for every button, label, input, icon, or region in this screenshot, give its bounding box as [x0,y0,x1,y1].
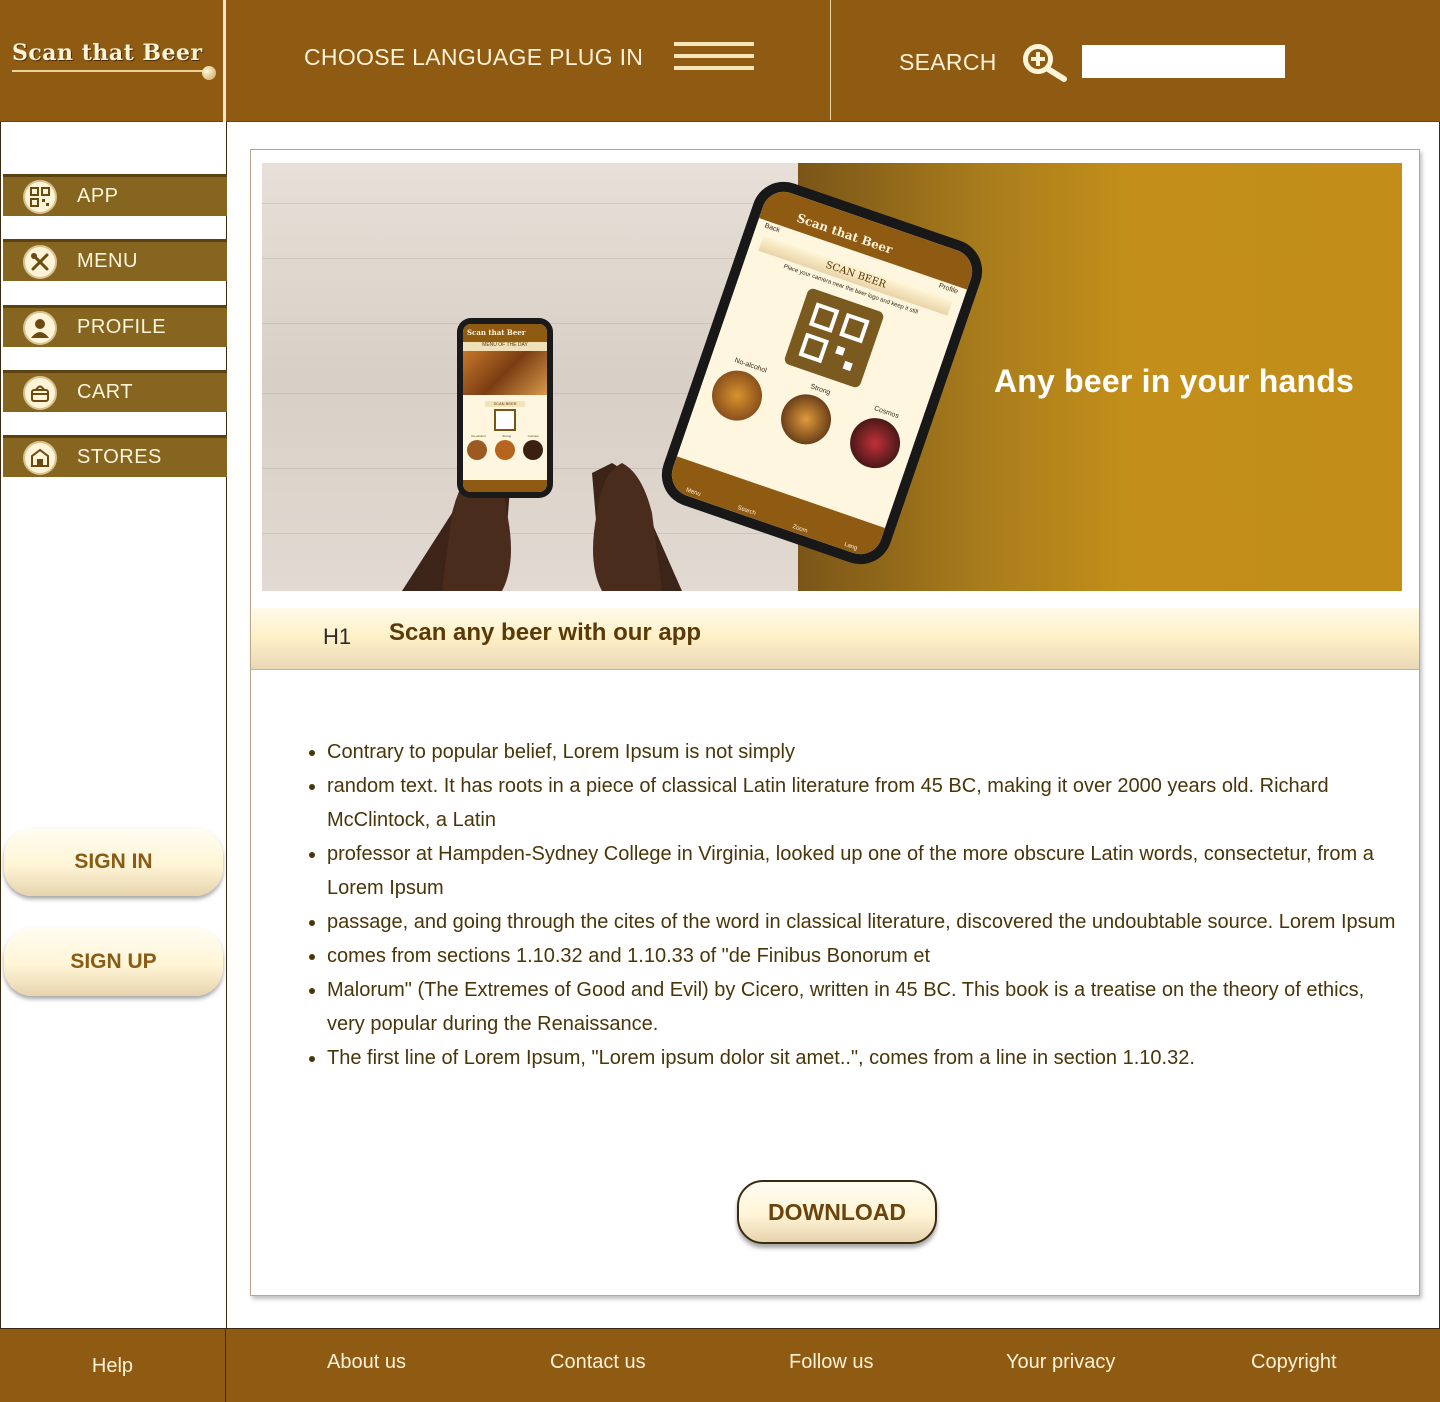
phone-category-photo [704,363,769,428]
logo-text: Scan that Beer [12,40,203,66]
phone-tab-label: Zoom [791,523,809,535]
heading-bar: H1 Scan any beer with our app [251,608,1419,670]
footer-link-privacy[interactable]: Your privacy [1006,1351,1115,1374]
sidebar-item-app[interactable]: APP [3,174,227,216]
small-phone-category: No-alcohol [471,434,486,438]
logo-dot [202,66,216,80]
sidebar-item-label: APP [77,185,119,207]
search-input[interactable] [1082,45,1285,78]
qr-code-icon [23,179,57,214]
hamburger-icon[interactable] [674,42,754,72]
sidebar-item-cart[interactable]: CART [3,370,227,412]
download-button[interactable]: DOWNLOAD [737,1180,937,1244]
sign-up-button[interactable]: SIGN UP [4,928,223,996]
sign-in-button[interactable]: SIGN IN [4,828,223,896]
footer: Help About us Contact us Follow us Your … [0,1328,1440,1402]
small-phone-category: Cosmos [527,434,539,438]
list-item: The first line of Lorem Ipsum, "Lorem ip… [307,1041,1407,1075]
logo-underline [12,70,208,72]
footer-link-about[interactable]: About us [327,1351,406,1374]
phone-back-link: Back [763,222,781,235]
sidebar-item-stores[interactable]: STORES [3,435,227,477]
logo[interactable]: Scan that Beer [0,0,226,122]
bullet-list: Contrary to popular belief, Lorem Ipsum … [307,735,1407,1075]
content-card: Scan that Beer MENU OF THE DAY SCAN BEER… [250,149,1420,1296]
small-phone: Scan that Beer MENU OF THE DAY SCAN BEER… [457,318,553,498]
store-icon [23,440,57,475]
small-phone-food-photo [463,351,547,395]
list-item: Contrary to popular belief, Lorem Ipsum … [307,735,1407,769]
fork-spoon-icon [23,244,57,279]
phone-tab-label: Lang [843,541,858,552]
language-label: CHOOSE LANGUAGE PLUG IN [304,44,644,70]
sidebar-item-label: MENU [77,250,138,272]
list-item: comes from sections 1.10.32 and 1.10.33 … [307,939,1407,973]
small-phone-category: Strong [502,434,512,438]
user-icon [23,310,57,345]
search-label: SEARCH [899,49,997,75]
top-header: Scan that Beer CHOOSE LANGUAGE PLUG IN S… [0,0,1440,122]
list-item: Malorum" (The Extremes of Good and Evil)… [307,973,1407,1041]
sidebar-item-menu[interactable]: MENU [3,239,227,281]
hero-banner: Scan that Beer MENU OF THE DAY SCAN BEER… [262,163,1402,591]
phone-tab-label: Search [736,504,757,517]
phone-category-photo [774,387,838,452]
sidebar: APP MENU PROFILE CART STORES SIGN IN SIG… [0,122,227,1328]
phone-tab-label: Menu [685,487,702,498]
footer-help-cell: Help [0,1329,226,1402]
small-phone-banner: MENU OF THE DAY [463,342,547,351]
footer-link-follow[interactable]: Follow us [789,1351,873,1374]
list-item: random text. It has roots in a piece of … [307,769,1407,837]
sidebar-item-profile[interactable]: PROFILE [3,305,227,347]
footer-help-link[interactable]: Help [92,1355,133,1378]
phone-category-photo [843,411,908,475]
phone-qr-scan-box [783,287,885,389]
zoom-in-magnifier-icon[interactable] [1018,42,1070,82]
page-title: Scan any beer with our app [389,619,702,646]
list-item: professor at Hampden-Sydney College in V… [307,837,1407,905]
header-divider [830,0,831,120]
sidebar-item-label: STORES [77,446,162,468]
small-phone-scan-label: SCAN BEER [485,401,525,407]
sidebar-item-label: PROFILE [77,316,167,338]
list-item: passage, and going through the cites of … [307,905,1407,939]
footer-link-contact[interactable]: Contact us [550,1351,646,1374]
hero-tagline: Any beer in your hands [994,363,1355,399]
small-phone-qr [494,409,516,431]
sidebar-item-label: CART [77,381,134,403]
footer-link-copyright[interactable]: Copyright [1251,1351,1337,1374]
basket-icon [23,375,57,410]
heading-tag: H1 [323,624,352,649]
small-phone-title: Scan that Beer [463,324,547,342]
